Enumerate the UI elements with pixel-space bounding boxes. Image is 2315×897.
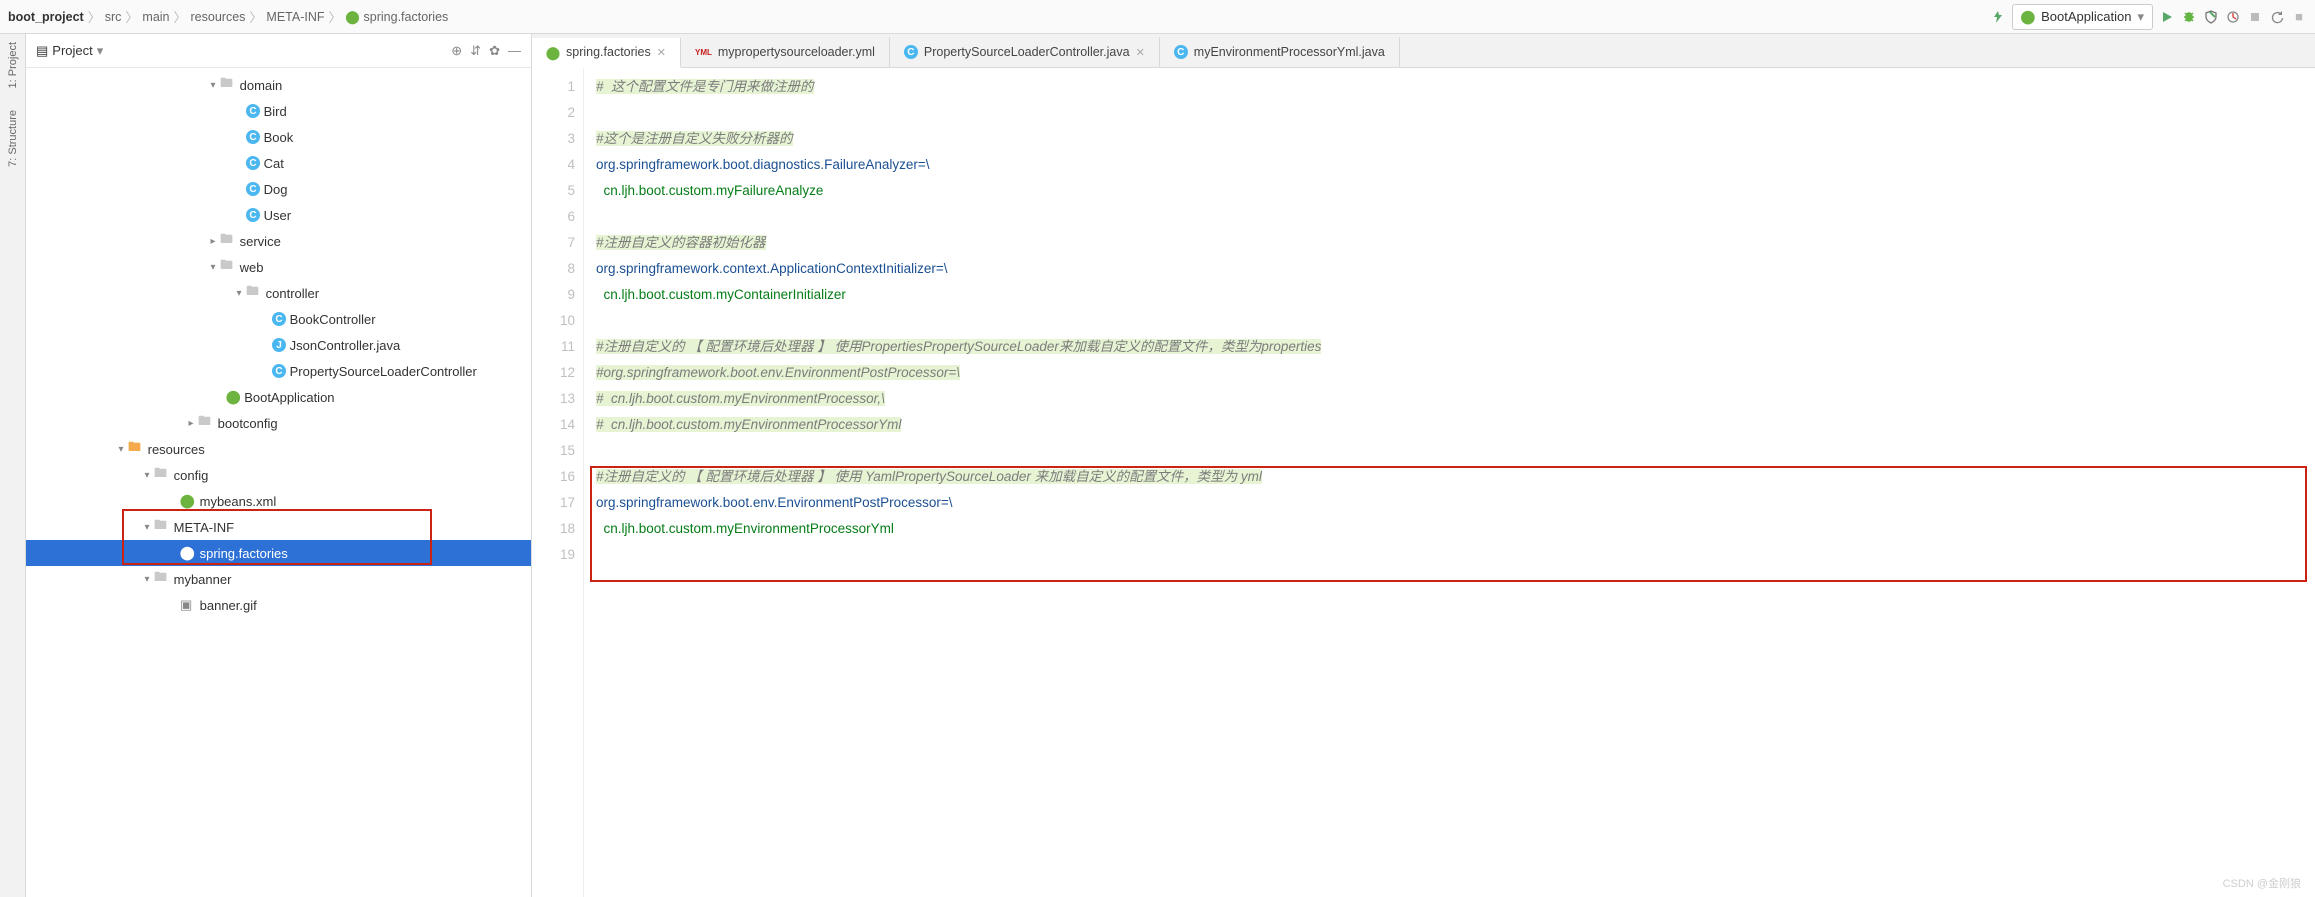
editor-area: ⬤ spring.factories ✕ YML mypropertysourceloa… <box>532 34 2315 897</box>
breadcrumb-leaf[interactable]: ⬤ spring.factories <box>346 9 449 24</box>
code-area[interactable]: 12345678910111213141516171819 # 这个配置文件是专… <box>532 68 2315 897</box>
left-tool-strip: 1: Project 7: Structure <box>0 34 26 897</box>
tree-node-bootconfig[interactable]: ▸🖿 bootconfig <box>26 410 531 436</box>
breadcrumb: boot_project 〉 src 〉 main 〉 resources 〉 … <box>8 7 1984 26</box>
tree-node-mybanner[interactable]: ▾🖿 mybanner <box>26 566 531 592</box>
profile-button[interactable] <box>2225 9 2241 25</box>
spring-icon: ⬤ <box>346 9 360 24</box>
tree-node-bannergif[interactable]: ▣ banner.gif <box>26 592 531 618</box>
breadcrumb-part[interactable]: src <box>105 10 122 24</box>
coverage-button[interactable] <box>2203 9 2219 25</box>
stop-button[interactable] <box>2247 9 2263 25</box>
run-config-select[interactable]: ⬤ BootApplication ▾ <box>2012 4 2153 30</box>
breadcrumb-part[interactable]: META-INF <box>266 10 324 24</box>
collapse-icon[interactable]: ⇵ <box>470 43 481 59</box>
editor-tab[interactable]: CmyEnvironmentProcessorYml.java <box>1160 37 1400 67</box>
close-icon[interactable]: ✕ <box>657 46 666 59</box>
breadcrumb-part[interactable]: main <box>142 10 169 24</box>
tree-node-springfactories[interactable]: ⬤ spring.factories <box>26 540 531 566</box>
class-icon: C <box>904 45 918 59</box>
tree-node-config[interactable]: ▾🖿 config <box>26 462 531 488</box>
tree-node-cat[interactable]: C Cat <box>26 150 531 176</box>
tab-label: mypropertysourceloader.yml <box>718 45 875 59</box>
tree-node-mybeans[interactable]: ⬤ mybeans.xml <box>26 488 531 514</box>
debug-button[interactable] <box>2181 9 2197 25</box>
build-icon[interactable] <box>1990 9 2006 25</box>
toolwindow-structure[interactable]: 7: Structure <box>7 110 19 167</box>
project-panel-header: ▤ Project ▾ ⊕ ⇵ ✿ — <box>26 34 531 68</box>
editor-tab[interactable]: C PropertySourceLoaderController.java ✕ <box>890 37 1160 67</box>
tree-node-jsonctrl[interactable]: J JsonController.java <box>26 332 531 358</box>
tree-node-web[interactable]: ▾🖿 web <box>26 254 531 280</box>
toolwindow-project[interactable]: 1: Project <box>7 42 19 88</box>
class-icon: C <box>1174 45 1188 59</box>
tab-label: PropertySourceLoaderController.java <box>924 45 1130 59</box>
project-tree[interactable]: ▾🖿 domain C Bird C Book C Cat C Dog C Us… <box>26 68 531 897</box>
tree-node-resources[interactable]: ▾🖿 resources <box>26 436 531 462</box>
breadcrumb-part[interactable]: resources <box>191 10 246 24</box>
yaml-icon: YML <box>695 48 712 57</box>
tree-node-domain[interactable]: ▾🖿 domain <box>26 72 531 98</box>
project-panel: ▤ Project ▾ ⊕ ⇵ ✿ — ▾🖿 domain C Bird C B… <box>26 34 532 897</box>
gutter: 12345678910111213141516171819 <box>532 68 584 897</box>
code[interactable]: # 这个配置文件是专门用来做注册的 #这个是注册自定义失败分析器的org.spr… <box>584 68 2315 897</box>
spring-icon: ⬤ <box>180 493 196 509</box>
tree-node-metainf[interactable]: ▾🖿 META-INF <box>26 514 531 540</box>
tree-node-dog[interactable]: C Dog <box>26 176 531 202</box>
run-config-label: BootApplication <box>2041 9 2131 24</box>
breadcrumb-root[interactable]: boot_project <box>8 10 84 24</box>
rerun-button[interactable] <box>2269 9 2285 25</box>
tree-node-controller[interactable]: ▾🖿 controller <box>26 280 531 306</box>
spring-icon: ⬤ <box>2021 9 2036 25</box>
close-icon[interactable]: ✕ <box>1136 46 1145 59</box>
tree-node-user[interactable]: C User <box>26 202 531 228</box>
spring-icon: ⬤ <box>546 45 560 60</box>
project-panel-icon: ▤ <box>36 43 48 59</box>
editor-tab[interactable]: ⬤ spring.factories ✕ <box>532 38 681 68</box>
topbar: boot_project 〉 src 〉 main 〉 resources 〉 … <box>0 0 2315 34</box>
editor-tab[interactable]: YML mypropertysourceloader.yml <box>681 37 890 67</box>
tab-label: spring.factories <box>566 45 651 59</box>
watermark: CSDN @金刚狼 <box>2223 875 2301 891</box>
settings-icon[interactable]: ✿ <box>489 43 500 59</box>
run-button[interactable] <box>2159 9 2175 25</box>
tree-node-bird[interactable]: C Bird <box>26 98 531 124</box>
project-panel-title: Project <box>52 43 92 58</box>
tree-node-bootapp[interactable]: ⬤ BootApplication <box>26 384 531 410</box>
minimize-icon[interactable]: — <box>508 43 521 58</box>
chevron-down-icon: ▾ <box>2137 9 2144 25</box>
tree-node-bookctrl[interactable]: C BookController <box>26 306 531 332</box>
spring-icon: ⬤ <box>226 389 241 405</box>
spring-icon: ⬤ <box>180 545 196 561</box>
chevron-down-icon[interactable]: ▾ <box>97 43 104 59</box>
tree-node-service[interactable]: ▸🖿 service <box>26 228 531 254</box>
editor-tabs: ⬤ spring.factories ✕ YML mypropertysourceloa… <box>532 34 2315 68</box>
locate-icon[interactable]: ⊕ <box>451 43 462 59</box>
tab-label: myEnvironmentProcessorYml.java <box>1194 45 1385 59</box>
breadcrumb-sep: 〉 <box>88 7 101 26</box>
tree-node-pslctrl[interactable]: C PropertySourceLoaderController <box>26 358 531 384</box>
tree-node-book[interactable]: C Book <box>26 124 531 150</box>
more-button[interactable]: ■ <box>2291 9 2307 25</box>
